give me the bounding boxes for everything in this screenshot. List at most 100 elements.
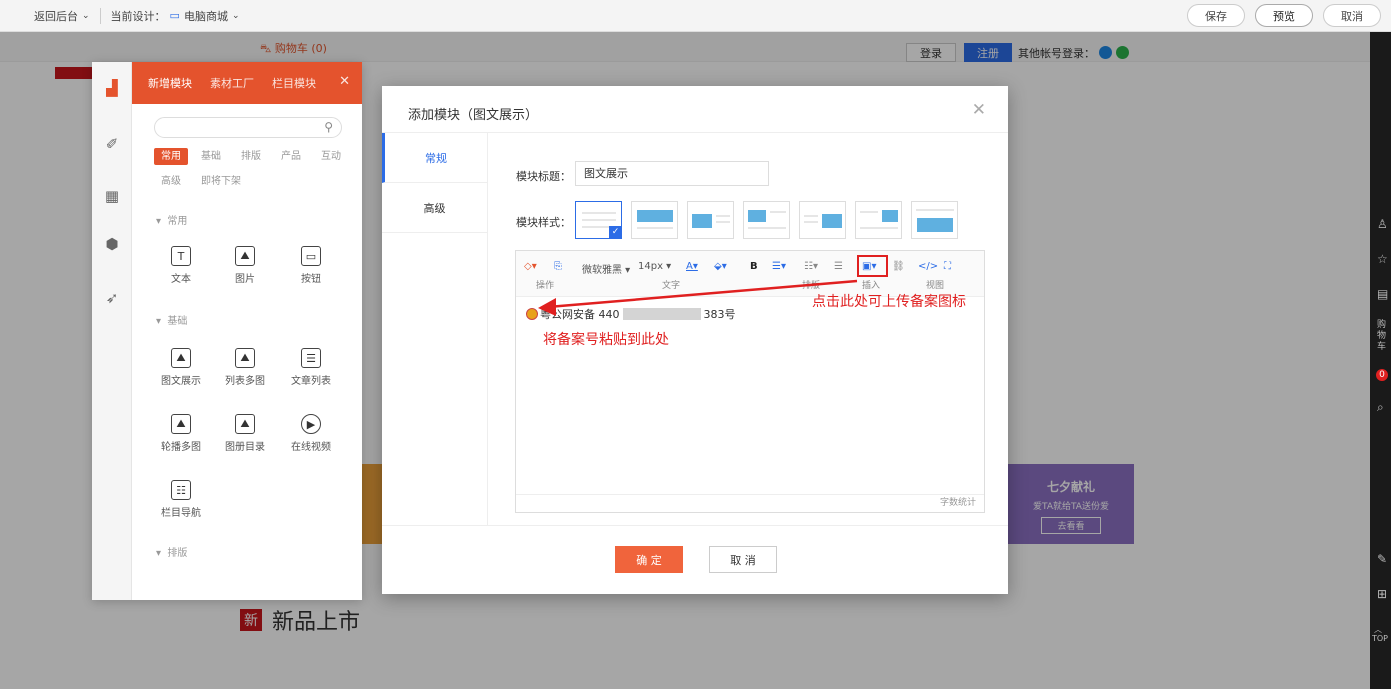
tag-product[interactable]: 产品 xyxy=(274,148,308,165)
confirm-button[interactable]: 确 定 xyxy=(615,546,683,573)
list-images-icon: ⛰ xyxy=(235,348,255,368)
module-panel: ▟ ✐ ▦ ⬢ ➶ 新增模块 素材工厂 栏目模块 ✕ ⚲ 常用 基础 排版 产品… xyxy=(92,62,362,600)
carousel-icon: ⛰ xyxy=(171,414,191,434)
hexagon-icon[interactable]: ⬢ xyxy=(102,234,122,254)
word-count: 字数统计 xyxy=(516,494,984,512)
fullscreen-icon[interactable]: ⛶ xyxy=(944,261,951,272)
layout-icon[interactable]: ▦ xyxy=(102,186,122,206)
edit-icon[interactable]: ✎ xyxy=(1377,552,1387,566)
text-icon: T xyxy=(171,246,191,266)
source-icon[interactable]: ⎘ xyxy=(554,261,562,272)
close-icon[interactable]: ✕ xyxy=(339,74,350,89)
font-size-select[interactable]: 14px ▾ xyxy=(638,261,671,272)
grid-icon[interactable]: ⊞ xyxy=(1377,587,1387,601)
rocket-icon[interactable]: ➶ xyxy=(102,288,122,308)
module-carousel[interactable]: ⛰ 轮播多图 xyxy=(154,414,208,453)
align-icon[interactable]: ☰▾ xyxy=(772,261,786,272)
record-prefix: 粤公网安备 440 xyxy=(540,308,620,321)
eraser-icon[interactable]: ◇▾ xyxy=(524,261,537,272)
tag-deprecated[interactable]: 即将下架 xyxy=(194,173,248,190)
style-preview-icon xyxy=(692,214,730,228)
module-nav[interactable]: ☷ 栏目导航 xyxy=(154,480,208,519)
save-button[interactable]: 保存 xyxy=(1187,4,1245,27)
link-icon[interactable]: ⛓ xyxy=(892,261,905,272)
tab-column-module[interactable]: 栏目模块 xyxy=(272,75,316,91)
tab-general[interactable]: 常规 xyxy=(382,133,487,183)
tab-advanced[interactable]: 高级 xyxy=(382,183,487,233)
highlight-icon[interactable]: ⬙▾ xyxy=(714,261,727,272)
module-text[interactable]: T 文本 xyxy=(154,246,208,285)
check-icon: ✓ xyxy=(609,226,622,239)
font-color-icon[interactable]: A▾ xyxy=(686,261,698,272)
tag-common[interactable]: 常用 xyxy=(154,148,188,165)
module-article-list[interactable]: ☰ 文章列表 xyxy=(284,348,338,387)
search-icon[interactable]: ⌕ xyxy=(1377,400,1384,415)
style-option-2[interactable] xyxy=(631,201,678,239)
tab-new-module[interactable]: 新增模块 xyxy=(148,75,192,91)
top-label[interactable]: TOP xyxy=(1372,634,1388,643)
play-icon: ▶ xyxy=(301,414,321,434)
panel-header: 新增模块 素材工厂 栏目模块 ✕ xyxy=(132,62,362,104)
panel-icon-rail: ▟ ✐ ▦ ⬢ ➶ xyxy=(92,62,132,600)
tab-material[interactable]: 素材工厂 xyxy=(210,75,254,91)
code-icon[interactable]: </> xyxy=(918,261,938,272)
section-layout[interactable]: ▾ 排版 xyxy=(156,544,187,559)
back-to-admin[interactable]: 返回后台 ⌄ xyxy=(0,8,100,24)
module-button[interactable]: ▭ 按钮 xyxy=(284,246,338,285)
style-preview-icon xyxy=(916,209,954,232)
group-insert-label: 插入 xyxy=(862,281,881,291)
style-options: ✓ xyxy=(575,201,958,239)
module-title-input[interactable]: 图文展示 xyxy=(575,161,769,186)
design-value: 电脑商城 xyxy=(183,9,228,23)
style-preview-icon xyxy=(804,214,842,228)
monitor-icon: ▭ xyxy=(169,9,180,22)
design-label: 当前设计： xyxy=(110,9,166,23)
group-ops-label: 操作 xyxy=(536,281,555,291)
list-icon[interactable]: ☷▾ xyxy=(804,261,818,272)
module-list-images[interactable]: ⛰ 列表多图 xyxy=(218,348,272,387)
style-option-7[interactable] xyxy=(911,201,958,239)
module-icon[interactable]: ▟ xyxy=(102,78,122,98)
editor-content[interactable]: 粤公网安备 440 383号 xyxy=(526,306,736,322)
module-filter-tags: 常用 基础 排版 产品 互动 高级 即将下架 xyxy=(154,148,354,190)
album-icon: ⛰ xyxy=(235,414,255,434)
current-design[interactable]: 当前设计： ▭ 电脑商城 ⌄ xyxy=(101,8,250,24)
user-icon[interactable]: ♙ xyxy=(1377,217,1388,231)
dialog-tabs: 常规 高级 xyxy=(382,133,488,525)
style-option-3[interactable] xyxy=(687,201,734,239)
cancel-button[interactable]: 取消 xyxy=(1323,4,1381,27)
top-bar: 返回后台 ⌄ 当前设计： ▭ 电脑商城 ⌄ 保存 预览 取消 xyxy=(0,0,1391,32)
bold-button[interactable]: B xyxy=(750,261,758,272)
message-icon[interactable]: ▤ xyxy=(1377,287,1388,301)
style-option-1[interactable]: ✓ xyxy=(575,201,622,239)
module-image[interactable]: ⛰ 图片 xyxy=(218,246,272,285)
style-preview-icon xyxy=(860,210,898,229)
style-option-5[interactable] xyxy=(799,201,846,239)
indent-icon[interactable]: ☰ xyxy=(834,261,843,272)
close-icon[interactable]: ✕ xyxy=(972,100,986,120)
brush-icon[interactable]: ✐ xyxy=(102,134,122,154)
group-layout-label: 排版 xyxy=(802,281,821,291)
image-text-icon: ⛰ xyxy=(171,348,191,368)
section-common[interactable]: ▾ 常用 xyxy=(156,212,187,227)
tag-interactive[interactable]: 互动 xyxy=(314,148,348,165)
cart-side-label[interactable]: 购物车 xyxy=(1377,320,1387,353)
font-family-select[interactable]: 微软雅黑 ▾ xyxy=(582,261,630,276)
preview-button[interactable]: 预览 xyxy=(1255,4,1313,27)
tag-layout[interactable]: 排版 xyxy=(234,148,268,165)
back-label: 返回后台 xyxy=(34,9,78,23)
nav-icon: ☷ xyxy=(171,480,191,500)
star-icon[interactable]: ☆ xyxy=(1377,252,1388,266)
style-option-4[interactable] xyxy=(743,201,790,239)
upload-tip-annotation: 点击此处可上传备案图标 xyxy=(812,294,966,310)
module-video[interactable]: ▶ 在线视频 xyxy=(284,414,338,453)
tag-basic[interactable]: 基础 xyxy=(194,148,228,165)
rich-text-editor: ◇▾ ⎘ 微软雅黑 ▾ 14px ▾ A▾ ⬙▾ B ☰▾ ☷▾ ☰ ▣▾ ⛓ … xyxy=(515,250,985,513)
module-image-text[interactable]: ⛰ 图文展示 xyxy=(154,348,208,387)
module-search-input[interactable]: ⚲ xyxy=(154,117,342,138)
module-album[interactable]: ⛰ 图册目录 xyxy=(218,414,272,453)
tag-advanced[interactable]: 高级 xyxy=(154,173,188,190)
section-basic[interactable]: ▾ 基础 xyxy=(156,312,187,327)
cancel-button[interactable]: 取 消 xyxy=(709,546,777,573)
style-option-6[interactable] xyxy=(855,201,902,239)
